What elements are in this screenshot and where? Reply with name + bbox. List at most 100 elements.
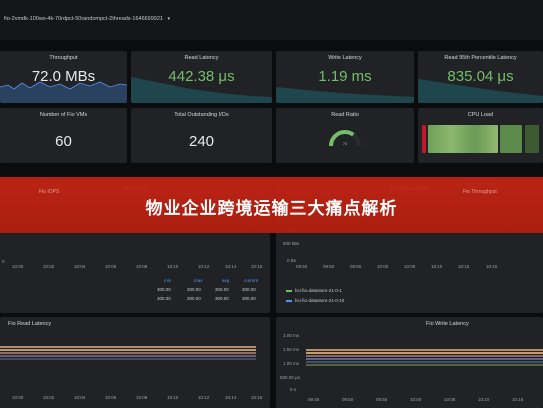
y-axis-tick: 0 s [290, 387, 297, 392]
throughput-panel[interactable]: Throughput 72.0 MBs [0, 51, 127, 103]
x-axis-tick: 10:04 [74, 264, 86, 269]
x-axis-tick: 10:12 [198, 264, 210, 269]
x-axis-tick: 10:10 [167, 264, 179, 269]
table-cell: 300.00 [242, 287, 256, 292]
series-band [306, 361, 543, 363]
legend-swatch [286, 289, 292, 292]
table-cell: 300.00 [157, 287, 171, 292]
panel-title: Fio Write Latency [426, 321, 469, 327]
read-latency-panel[interactable]: Read Latency 442.38 μs [131, 51, 272, 103]
legend-item[interactable]: hci-fio-datastore-21-0-1 [286, 288, 342, 293]
x-axis-tick: 10:10 [478, 397, 490, 402]
panel-title: Read 95th Percentile Latency [444, 55, 517, 61]
x-axis-tick: 10:08 [136, 395, 148, 400]
x-axis-tick: 10:06 [105, 395, 117, 400]
x-axis-tick: 10:16 [251, 264, 263, 269]
x-axis-tick: 10:16 [251, 395, 263, 400]
table-header: current [244, 278, 259, 283]
x-axis-tick: 10:06 [105, 264, 117, 269]
x-axis-tick: 09:55 [376, 397, 388, 402]
x-axis-tick: 10:04 [74, 395, 86, 400]
table-header: max [194, 278, 203, 283]
panel-title: Number of Fio VMs [39, 112, 88, 118]
panel-title: Throughput [49, 55, 78, 61]
table-header: avg [222, 278, 230, 283]
series-band [0, 358, 256, 360]
cpu-bar [500, 125, 522, 153]
series-band [0, 352, 256, 354]
read-latency-graph-panel[interactable]: Fio Read Latency 10:00 10:02 10:04 10:06… [0, 317, 270, 408]
x-axis-tick: 10:14 [225, 264, 237, 269]
x-axis-tick: 10:08 [136, 264, 148, 269]
series-band [0, 346, 256, 348]
table-cell: 300.00 [187, 296, 201, 301]
panel-title: Write Latency [328, 55, 362, 61]
outstanding-ios-panel[interactable]: Total Outstanding I/Os 240 [131, 108, 272, 163]
x-axis-tick: 10:02 [43, 395, 55, 400]
write-latency-graph-panel[interactable]: Fio Write Latency 2.00 ms 1.50 ms 1.00 m… [276, 317, 543, 408]
panel-title: Total Outstanding I/Os [174, 112, 229, 118]
throughput-value: 72.0 MBs [31, 68, 96, 85]
x-axis-tick: 10:02 [43, 264, 55, 269]
y-axis-tick: 1.50 ms [283, 347, 300, 352]
dashboard-title: fio-2vmdk-100ws-4k-70rdpct-50randompct-2… [4, 16, 163, 22]
read-95th-latency-panel[interactable]: Read 95th Percentile Latency 835.04 μs [418, 51, 543, 103]
x-axis-tick: 10:16 [486, 264, 498, 269]
series-band [306, 358, 543, 360]
x-axis-tick: 10:00 [377, 264, 389, 269]
series-band [306, 352, 543, 354]
read-ratio-panel[interactable]: Read Ratio 70 [276, 108, 414, 163]
x-axis-tick: 09:50 [296, 264, 308, 269]
x-axis-tick: 10:15 [512, 397, 524, 402]
x-axis-tick: 10:05 [444, 397, 456, 402]
banner-title: 物业企业跨境运输三大痛点解析 [145, 199, 398, 219]
y-axis-tick: 1.00 ms [283, 361, 300, 366]
panel-title: Read Latency [184, 55, 219, 61]
top-bar: fio-2vmdk-100ws-4k-70rdpct-50randompct-2… [0, 0, 543, 40]
legend-swatch [286, 299, 292, 302]
article-title-banner: Fio IOPS Fio Throughput 物业企业跨境运输三大痛点解析 [0, 177, 543, 233]
read-95th-latency-value: 835.04 μs [447, 68, 514, 85]
legend-label: hci-fio-datastore-21-0-1 [295, 288, 342, 293]
cpu-bar [422, 125, 426, 153]
cpu-bar [525, 125, 539, 153]
x-axis-tick: 10:05 [404, 264, 416, 269]
cpu-load-panel[interactable]: CPU Load [418, 108, 543, 163]
x-axis-tick: 09:50 [323, 264, 335, 269]
x-axis-tick: 10:14 [225, 395, 237, 400]
outstanding-ios-value: 240 [188, 133, 215, 150]
x-axis-tick: 10:12 [198, 395, 210, 400]
dashboard-picker[interactable]: fio-2vmdk-100ws-4k-70rdpct-50randompct-2… [4, 16, 170, 22]
x-axis-tick: 09:45 [308, 397, 320, 402]
panel-title: CPU Load [467, 112, 494, 118]
series-band [306, 364, 543, 366]
legend-item[interactable]: hci-fio-datastore-21-0-10 [286, 298, 344, 303]
chevron-down-icon: ▾ [167, 16, 171, 22]
x-axis-tick: 10:00 [410, 397, 422, 402]
series-band [306, 349, 543, 351]
x-axis-tick: 09:55 [350, 264, 362, 269]
y-axis-tick: 0 Bs [287, 258, 297, 263]
y-axis-tick: 2.00 ms [283, 333, 300, 338]
x-axis-tick: 10:10 [431, 264, 443, 269]
table-cell: 300.00 [215, 287, 229, 292]
table-header: min [164, 278, 172, 283]
y-axis-tick: 500 kBs [283, 241, 300, 246]
x-axis-tick: 10:10 [167, 395, 179, 400]
read-ratio-gauge [329, 130, 361, 147]
cpu-load-bars [422, 125, 539, 153]
read-ratio-value: 70 [342, 141, 348, 146]
cpu-bar [428, 125, 498, 153]
fio-vms-panel[interactable]: Number of Fio VMs 60 [0, 108, 127, 163]
series-band [306, 355, 543, 357]
table-cell: 300.00 [215, 296, 229, 301]
x-axis-tick: 09:50 [342, 397, 354, 402]
panel-title: Read Ratio [331, 112, 359, 118]
x-axis-tick: 10:00 [12, 264, 24, 269]
write-latency-value: 1.19 ms [318, 68, 372, 85]
x-axis-tick: 10:15 [458, 264, 470, 269]
write-latency-panel[interactable]: Write Latency 1.19 ms [276, 51, 414, 103]
y-axis-tick: 0 [2, 259, 5, 264]
read-latency-value: 442.38 μs [168, 68, 235, 85]
panel-title: Fio Read Latency [8, 321, 52, 327]
